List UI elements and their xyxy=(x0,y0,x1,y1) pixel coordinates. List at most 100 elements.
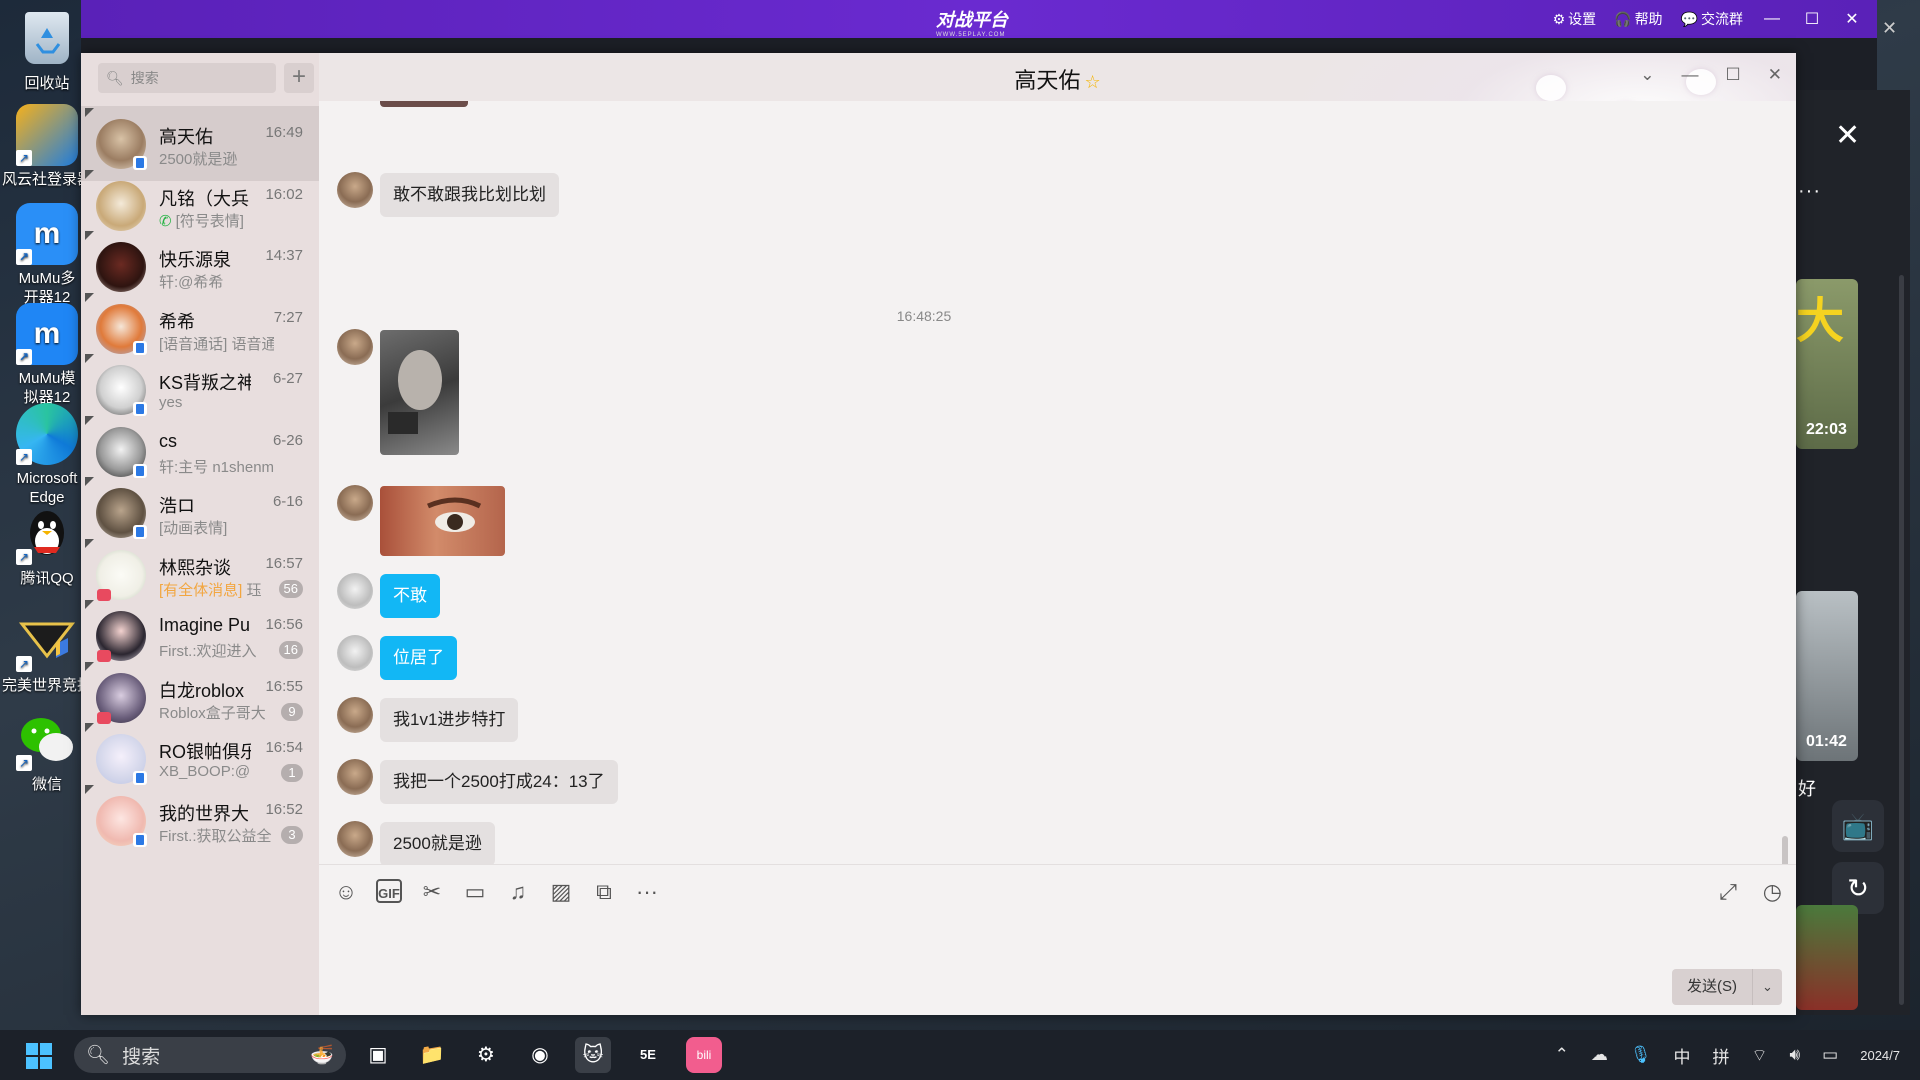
desktop-icon-mumu-emulator[interactable]: m ↗ MuMu模拟器12 xyxy=(2,303,92,407)
platform-minimize-button[interactable]: — xyxy=(1761,10,1783,28)
avatar[interactable] xyxy=(337,329,373,365)
video-thumbnail[interactable]: 01:42 xyxy=(1796,591,1858,761)
settings-icon[interactable]: ⚙ xyxy=(468,1037,504,1073)
screen-record-icon[interactable]: ⧉ xyxy=(591,879,617,905)
file-explorer-icon[interactable]: 📁 xyxy=(414,1037,450,1073)
search-placeholder: 搜索 xyxy=(130,70,159,86)
avatar xyxy=(96,180,146,231)
message-bubble[interactable]: 我1v1进步特打 xyxy=(380,698,519,742)
avatar[interactable] xyxy=(337,573,373,609)
battery-icon[interactable]: ▭ xyxy=(1822,1045,1838,1065)
desktop-icon-recycle-bin[interactable]: 回收站 xyxy=(2,4,92,93)
5e-platform-icon[interactable]: 5E xyxy=(630,1037,666,1073)
avatar[interactable] xyxy=(337,697,373,733)
contact-time: 16:55 xyxy=(265,677,303,695)
contact-time: 16:54 xyxy=(265,739,303,756)
message-input[interactable] xyxy=(333,915,1623,1005)
desktop-icon-fengyun[interactable]: ↗ 风云社登录器 xyxy=(2,104,92,189)
contact-name: 白龙roblox xyxy=(159,680,245,701)
close-button[interactable]: ✕ xyxy=(1768,65,1782,85)
avatar[interactable] xyxy=(337,172,373,208)
contact-preview: [动画表情] xyxy=(159,517,274,538)
microphone-icon[interactable]: 🎙︎ xyxy=(1630,1045,1652,1065)
message-image[interactable] xyxy=(380,486,505,556)
contact-preview-text: First.:欢迎进入 xyxy=(159,643,257,660)
windows-start-icon[interactable] xyxy=(26,1043,52,1069)
avatar[interactable] xyxy=(337,635,373,671)
add-button[interactable]: + xyxy=(284,63,314,93)
side-panel-more-icon[interactable]: ··· xyxy=(1798,180,1821,203)
message-bubble[interactable]: 位居了 xyxy=(380,636,457,680)
platform-maximize-button[interactable]: ☐ xyxy=(1801,9,1823,29)
folder-icon[interactable]: ▭ xyxy=(462,879,488,905)
avatar[interactable] xyxy=(337,759,373,795)
taskbar-search-input[interactable]: 🔍︎ 搜索 🍜 xyxy=(74,1037,346,1073)
side-panel-close-button[interactable]: ✕ xyxy=(1835,118,1860,153)
minimize-button[interactable]: — xyxy=(1682,65,1699,85)
wifi-icon[interactable]: ⌔ xyxy=(1751,1045,1767,1066)
outer-close-icon[interactable]: ✕ xyxy=(1882,18,1897,39)
steam-icon[interactable]: ◉ xyxy=(522,1037,558,1073)
taskbar-search-placeholder: 搜索 xyxy=(122,1046,161,1068)
contact-name: 我的世界大 xyxy=(159,803,249,824)
scissors-icon[interactable]: ✂ xyxy=(419,879,445,905)
image-icon[interactable]: ▨ xyxy=(548,879,574,905)
message-image[interactable] xyxy=(380,330,459,455)
message-timestamp: 16:48:25 xyxy=(896,308,952,324)
maximize-button[interactable]: ☐ xyxy=(1726,65,1741,85)
platform-community-label: 交流群 xyxy=(1701,11,1743,27)
bilibili-icon[interactable]: bili xyxy=(686,1037,722,1073)
desktop-icon-mumu-multi[interactable]: m ↗ MuMu多开器12 xyxy=(2,203,92,307)
device-status-icon xyxy=(133,832,147,847)
contact-preview-text: 珏 xyxy=(242,581,262,599)
desktop-icon-edge[interactable]: ↗ Microsoft Edge xyxy=(2,403,92,507)
history-clock-icon[interactable]: ◷ xyxy=(1763,879,1782,905)
message-bubble[interactable]: 敢不敢跟我比划比划 xyxy=(380,173,559,217)
send-button[interactable]: 发送(S) xyxy=(1672,969,1752,1005)
platform-settings-button[interactable]: ⚙ 设置 xyxy=(1553,9,1597,29)
contact-name: KS背叛之神 xyxy=(159,373,251,393)
message-bubble[interactable]: 我把一个2500打成24：13了 xyxy=(380,760,618,804)
clock-date[interactable]: 2024/7 xyxy=(1860,1048,1900,1063)
avatar[interactable] xyxy=(337,485,373,521)
music-icon[interactable]: ♫ xyxy=(505,879,531,905)
pin-corner-icon xyxy=(85,169,94,179)
desktop-icon-perfect-world[interactable]: ↗ 完美世界竞技平台 xyxy=(2,610,92,695)
contact-preview-text: [语音通话] 语音通话已 xyxy=(159,335,274,353)
system-tray: ⌃ ☁ 🎙︎ 中 拼 ⌔ 🔊︎ ▭ 2024/7 xyxy=(1555,1030,1900,1080)
video-thumbnail[interactable]: 大 22:03 xyxy=(1796,279,1858,449)
contact-preview: [语音通话] 语音通话已 xyxy=(159,333,274,354)
wechat-icon: ↗ xyxy=(16,709,78,771)
more-icon[interactable]: ··· xyxy=(634,879,660,905)
platform-close-button[interactable]: ✕ xyxy=(1841,9,1863,29)
task-view-icon[interactable]: ▣ xyxy=(360,1037,396,1073)
contact-preview: 2500就是逊 xyxy=(159,148,274,169)
tv-icon[interactable]: 📺 xyxy=(1832,800,1884,852)
contact-time: 16:56 xyxy=(265,616,303,633)
ime-pinyin[interactable]: 拼 xyxy=(1712,1043,1729,1068)
desktop-icon-qq[interactable]: ↗ 腾讯QQ xyxy=(2,503,92,588)
contact-time: 6-27 xyxy=(272,370,303,387)
message-bubble[interactable]: 不敢 xyxy=(380,574,440,618)
avatar[interactable] xyxy=(337,821,373,857)
platform-help-button[interactable]: 🎧 帮助 xyxy=(1614,9,1662,29)
message-bubble[interactable]: 2500就是逊 xyxy=(380,822,495,866)
ime-mode[interactable]: 中 xyxy=(1673,1043,1690,1068)
expand-icon[interactable]: ⤢ xyxy=(1719,879,1737,905)
volume-icon[interactable]: 🔊︎ xyxy=(1789,1045,1800,1065)
gear-icon: ⚙ xyxy=(1552,10,1566,27)
chevron-up-icon[interactable]: ⌃ xyxy=(1555,1045,1569,1065)
platform-community-button[interactable]: 💬 交流群 xyxy=(1681,9,1743,29)
video-thumbnail[interactable] xyxy=(1796,905,1858,1010)
contact-item[interactable]: 我的世界大 16:52 First.:获取公益全 3 xyxy=(81,783,319,858)
send-options-chevron-icon[interactable]: ⌄ xyxy=(1752,969,1782,1005)
send-button-group: 发送(S) ⌄ xyxy=(1672,969,1782,1005)
side-panel-scrollbar[interactable] xyxy=(1899,275,1904,1005)
dropdown-icon[interactable]: ⌄ xyxy=(1640,65,1654,85)
qq-taskbar-icon[interactable]: 🐱 xyxy=(575,1037,611,1073)
cloud-icon[interactable]: ☁ xyxy=(1591,1045,1608,1065)
emoji-icon[interactable]: ☺ xyxy=(333,879,359,905)
desktop-icon-wechat[interactable]: ↗ 微信 xyxy=(2,709,92,794)
contact-search-input[interactable]: 🔍︎ 搜索 xyxy=(98,63,276,93)
gif-icon[interactable]: GIF xyxy=(376,879,402,903)
